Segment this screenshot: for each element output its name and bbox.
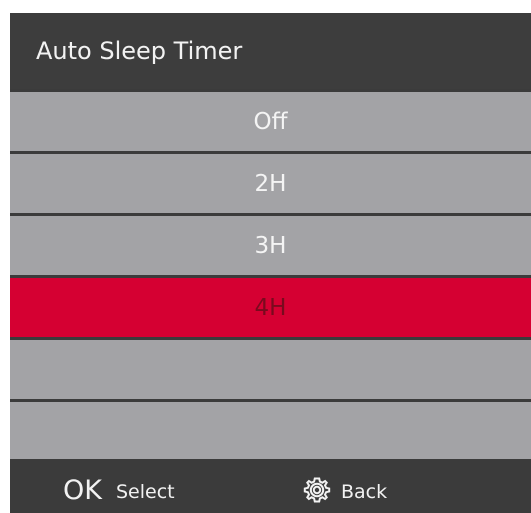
option-3h[interactable]: 3H <box>10 216 531 275</box>
footer-hint-bar: OK Select Back <box>10 459 531 513</box>
ok-key-label: OK <box>63 475 102 506</box>
option-label: Off <box>253 108 288 135</box>
gear-icon <box>303 477 331 503</box>
menu-title: Auto Sleep Timer <box>36 37 243 65</box>
option-empty-1 <box>10 340 531 399</box>
title-bar: Auto Sleep Timer <box>10 13 531 89</box>
option-label: 2H <box>254 170 287 197</box>
option-empty-2 <box>10 402 531 461</box>
option-off[interactable]: Off <box>10 92 531 151</box>
option-list: Off 2H 3H 4H <box>10 89 531 461</box>
option-4h-selected[interactable]: 4H <box>10 278 531 337</box>
osd-screen: Auto Sleep Timer Off 2H 3H 4H OK Select <box>10 13 531 513</box>
back-hint: Back <box>341 481 388 503</box>
option-label: 4H <box>254 294 287 321</box>
option-label: 3H <box>254 232 287 259</box>
option-2h[interactable]: 2H <box>10 154 531 213</box>
select-hint: Select <box>116 481 175 503</box>
